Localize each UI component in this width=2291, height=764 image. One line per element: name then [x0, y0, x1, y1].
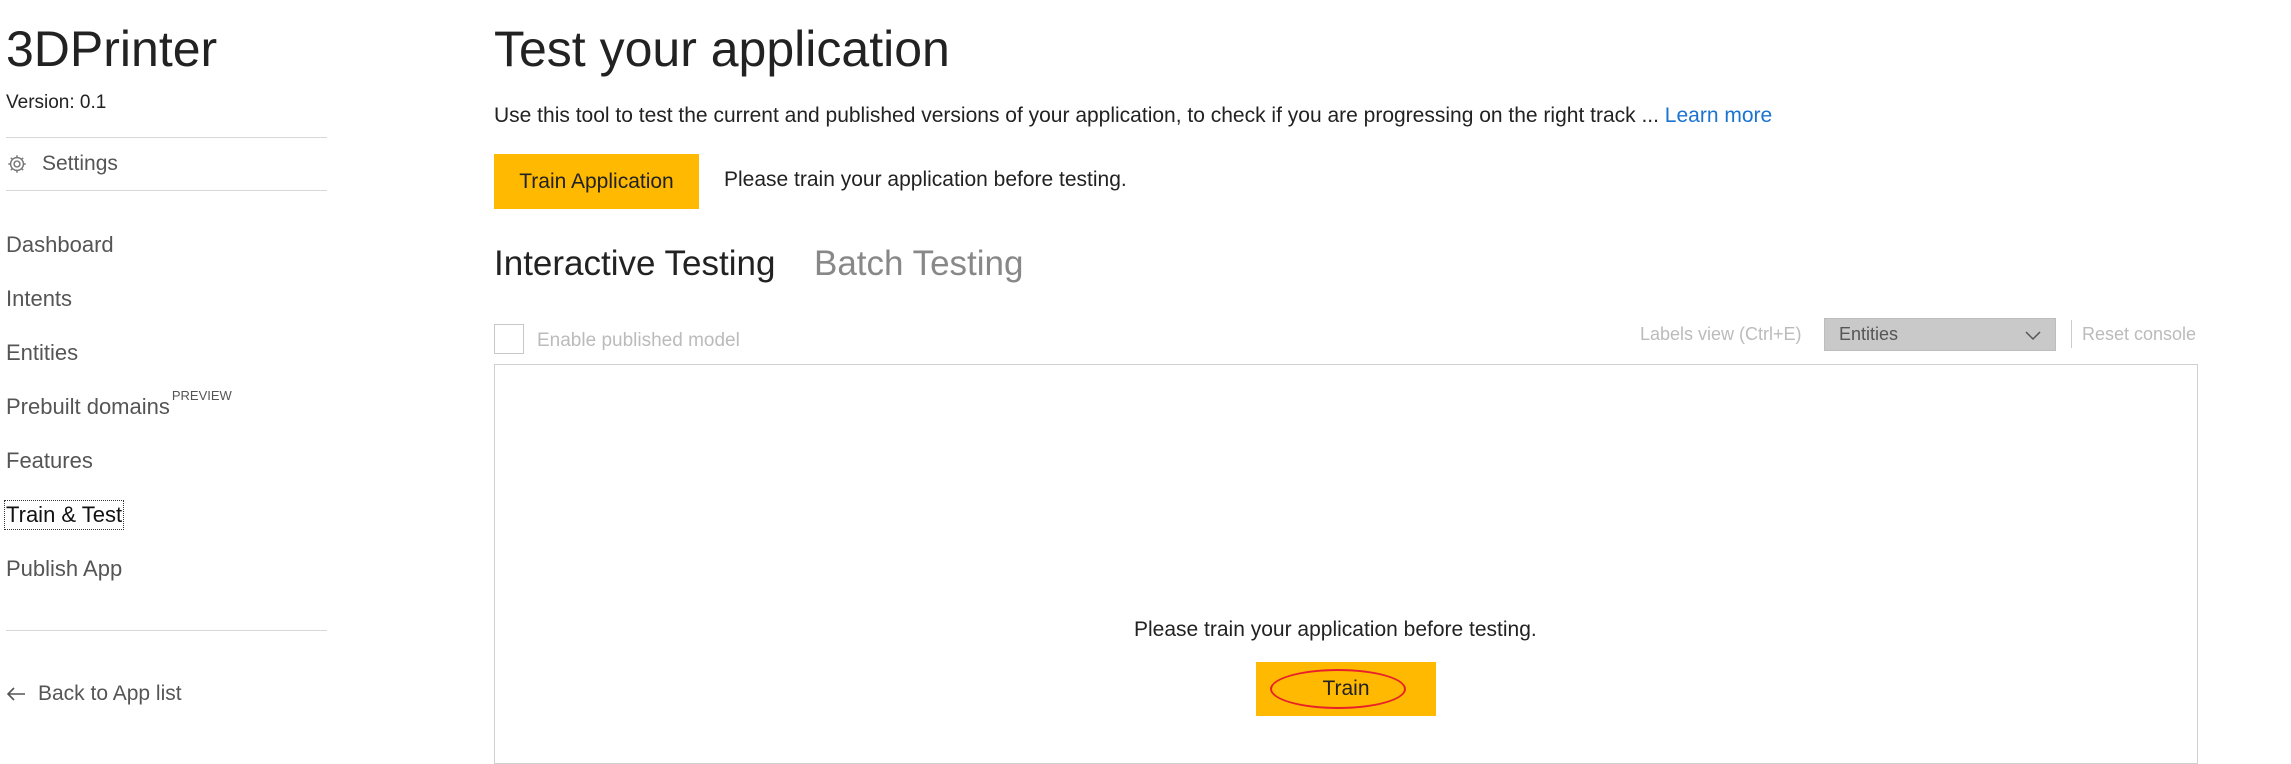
sidebar-item-publish-app[interactable]: Publish App [6, 556, 122, 582]
gear-icon [8, 155, 26, 173]
sidebar-divider [6, 630, 327, 631]
tab-interactive-testing[interactable]: Interactive Testing [494, 244, 775, 284]
sidebar-item-label: Prebuilt domains [6, 394, 170, 419]
learn-more-link[interactable]: Learn more [1665, 104, 1772, 127]
toolbar-separator [2071, 320, 2072, 348]
sidebar-item-train-test[interactable]: Train & Test [3, 500, 125, 530]
reset-console-button[interactable]: Reset console [2082, 324, 2196, 345]
settings-link[interactable]: Settings [6, 152, 118, 176]
train-status-message: Please train your application before tes… [724, 168, 1127, 191]
sidebar-divider [6, 137, 327, 138]
labels-view-selected: Entities [1839, 324, 1899, 344]
train-application-button[interactable]: Train Application [494, 154, 699, 209]
page-description: Use this tool to test the current and pu… [494, 104, 1772, 128]
labels-view-select[interactable]: Entities [1824, 318, 2056, 351]
app-version: Version: 0.1 [6, 92, 107, 113]
labels-view-label: Labels view (Ctrl+E) [1640, 324, 1802, 344]
back-to-app-list-link[interactable]: Back to App list [6, 682, 182, 706]
preview-badge: PREVIEW [171, 388, 232, 403]
page-title: Test your application [494, 21, 950, 77]
sidebar-item-prebuilt-domains[interactable]: Prebuilt domains PREVIEW [6, 388, 232, 420]
enable-published-checkbox[interactable] [494, 324, 524, 354]
console-message: Please train your application before tes… [1134, 618, 1537, 641]
sidebar-item-dashboard[interactable]: Dashboard [6, 232, 114, 258]
app-title: 3DPrinter [6, 21, 218, 77]
sidebar-item-features[interactable]: Features [6, 448, 93, 474]
sidebar-item-entities[interactable]: Entities [6, 340, 78, 366]
enable-published-label: Enable published model [537, 330, 740, 351]
train-button[interactable]: Train [1256, 662, 1436, 716]
sidebar-item-intents[interactable]: Intents [6, 286, 72, 312]
tab-batch-testing[interactable]: Batch Testing [814, 244, 1024, 284]
description-text: Use this tool to test the current and pu… [494, 104, 1665, 127]
sidebar-divider [6, 190, 327, 191]
chevron-down-icon [2025, 331, 2041, 341]
back-label: Back to App list [38, 682, 182, 705]
arrow-left-icon [6, 687, 25, 701]
settings-label: Settings [42, 152, 118, 175]
